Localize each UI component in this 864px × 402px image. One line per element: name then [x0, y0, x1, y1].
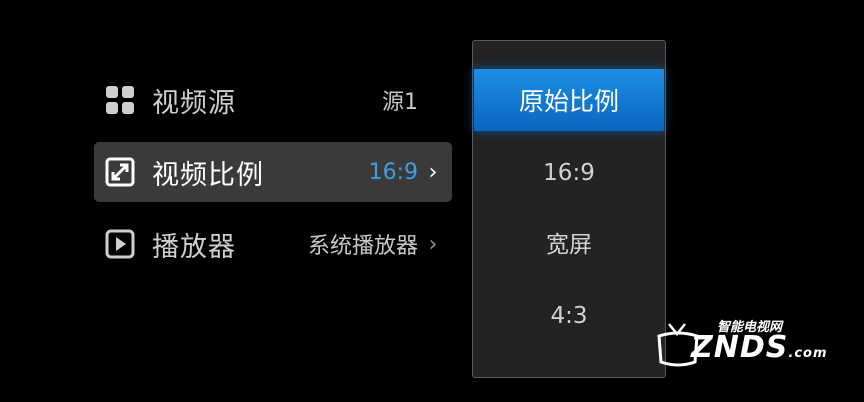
znds-watermark: 智能电视网 ZNDS.com — [655, 316, 828, 376]
menu-item-label: 播放器 — [152, 231, 236, 263]
menu-item-value: 16:9 — [368, 159, 418, 185]
menu-item-label: 视频源 — [152, 87, 236, 119]
chevron-right-icon: › — [428, 159, 438, 185]
option-4-3[interactable]: 4:3 — [473, 285, 665, 347]
aspect-ratio-popup: 原始比例 16:9 宽屏 4:3 — [472, 40, 666, 378]
watermark-brand: ZNDS.com — [691, 330, 828, 365]
menu-item-aspect-ratio[interactable]: 视频比例 16:9 › — [94, 142, 452, 202]
option-original-ratio[interactable]: 原始比例 — [474, 69, 664, 131]
menu-item-player[interactable]: 播放器 系统播放器 › — [94, 214, 452, 274]
play-icon — [104, 228, 136, 260]
option-widescreen[interactable]: 宽屏 — [473, 211, 665, 273]
option-16-9[interactable]: 16:9 — [473, 142, 665, 204]
chevron-right-icon: › — [428, 231, 438, 257]
aspect-ratio-icon — [104, 156, 136, 188]
menu-item-value: 源1 — [382, 90, 418, 115]
grid-icon — [104, 84, 136, 116]
menu-item-label: 视频比例 — [152, 159, 264, 191]
menu-item-video-source[interactable]: 视频源 源1 — [94, 70, 452, 130]
menu-item-value: 系统播放器 — [307, 234, 418, 259]
